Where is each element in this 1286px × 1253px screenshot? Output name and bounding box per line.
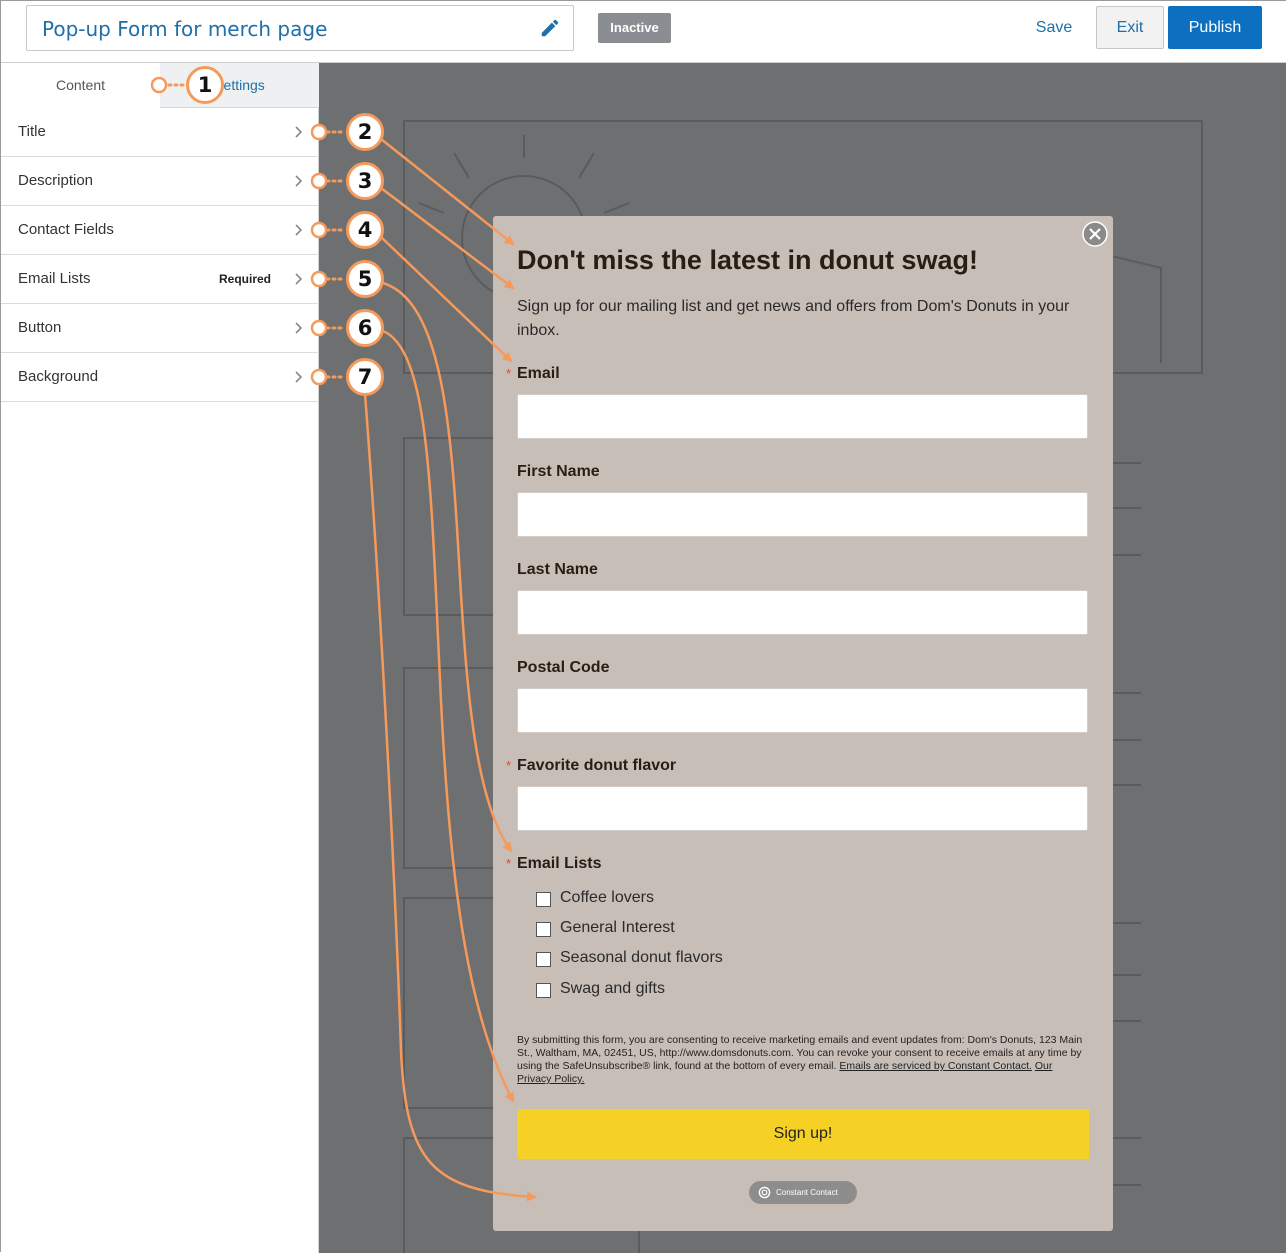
constant-contact-logo-icon	[758, 1186, 771, 1199]
callout-4: 4	[346, 211, 384, 249]
sidebar-item-label: Description	[18, 172, 94, 189]
popup-description: Sign up for our mailing list and get new…	[517, 298, 1070, 339]
sidebar-tabs: Content Settings	[1, 63, 319, 108]
required-asterisk: *	[506, 758, 512, 773]
last-name-label: Last Name	[517, 561, 598, 578]
list-label: General Interest	[560, 919, 675, 936]
form-title-text: Pop-up Form for merch page	[42, 17, 328, 41]
chevron-right-icon	[295, 273, 303, 285]
list-checkbox-swag[interactable]	[536, 983, 551, 998]
list-checkbox-coffee[interactable]	[536, 892, 551, 907]
signup-button[interactable]: Sign up!	[517, 1109, 1089, 1159]
sidebar-item-button[interactable]: Button	[1, 304, 319, 353]
exit-button[interactable]: Exit	[1096, 6, 1164, 49]
list-checkbox-general[interactable]	[536, 922, 551, 937]
close-icon[interactable]	[1082, 221, 1108, 247]
sidebar-item-background[interactable]: Background	[1, 353, 319, 402]
callout-2: 2	[346, 113, 384, 151]
sidebar: Content Settings Title Description Conta…	[1, 63, 319, 1253]
pencil-icon[interactable]	[539, 17, 561, 39]
sidebar-item-email-lists[interactable]: Email Lists Required	[1, 255, 319, 304]
callout-6: 6	[346, 309, 384, 347]
favorite-flavor-label: Favorite donut flavor	[517, 757, 677, 774]
tab-settings[interactable]: Settings	[160, 63, 319, 108]
badge-text: Constant Contact	[776, 1188, 838, 1197]
first-name-field[interactable]	[517, 492, 1088, 537]
sidebar-item-title[interactable]: Title	[1, 108, 319, 157]
chevron-right-icon	[295, 371, 303, 383]
sidebar-item-description[interactable]: Description	[1, 157, 319, 206]
sidebar-item-label: Background	[18, 368, 99, 385]
sidebar-item-label: Title	[18, 123, 46, 140]
sidebar-item-label: Contact Fields	[18, 221, 114, 238]
postal-code-field[interactable]	[517, 688, 1088, 733]
chevron-right-icon	[295, 224, 303, 236]
required-asterisk: *	[506, 856, 512, 871]
sidebar-item-contact-fields[interactable]: Contact Fields	[1, 206, 319, 255]
consent-text: By submitting this form, you are consent…	[517, 1034, 1083, 1086]
list-label: Coffee lovers	[560, 889, 654, 906]
email-label: Email	[517, 365, 560, 382]
required-badge: Required	[219, 272, 272, 286]
first-name-label: First Name	[517, 463, 600, 480]
popup-title: Don't miss the latest in donut swag!	[517, 245, 978, 275]
status-badge: Inactive	[598, 13, 671, 43]
chevron-right-icon	[295, 322, 303, 334]
email-field[interactable]	[517, 394, 1088, 439]
publish-button[interactable]: Publish	[1168, 6, 1262, 49]
list-label: Seasonal donut flavors	[560, 949, 723, 966]
constant-contact-link[interactable]: Emails are serviced by Constant Contact.	[839, 1060, 1032, 1072]
callout-3: 3	[346, 162, 384, 200]
save-button[interactable]: Save	[1023, 11, 1085, 45]
list-checkbox-seasonal[interactable]	[536, 952, 551, 967]
callout-5: 5	[346, 260, 384, 298]
top-bar: Pop-up Form for merch page Inactive Save…	[1, 1, 1286, 63]
callout-1: 1	[186, 66, 224, 104]
postal-code-label: Postal Code	[517, 659, 610, 676]
sidebar-item-label: Email Lists	[18, 270, 91, 287]
required-asterisk: *	[506, 366, 512, 381]
chevron-right-icon	[295, 126, 303, 138]
email-lists-label: Email Lists	[517, 855, 602, 872]
chevron-right-icon	[295, 175, 303, 187]
form-title-field[interactable]: Pop-up Form for merch page	[26, 5, 574, 51]
constant-contact-badge[interactable]: Constant Contact	[749, 1181, 857, 1204]
sidebar-item-label: Button	[18, 319, 62, 336]
favorite-flavor-field[interactable]	[517, 786, 1088, 831]
editor-window: Pop-up Form for merch page Inactive Save…	[0, 0, 1286, 1253]
list-label: Swag and gifts	[560, 980, 665, 997]
callout-7: 7	[346, 358, 384, 396]
tab-content[interactable]: Content	[1, 63, 160, 108]
last-name-field[interactable]	[517, 590, 1088, 635]
